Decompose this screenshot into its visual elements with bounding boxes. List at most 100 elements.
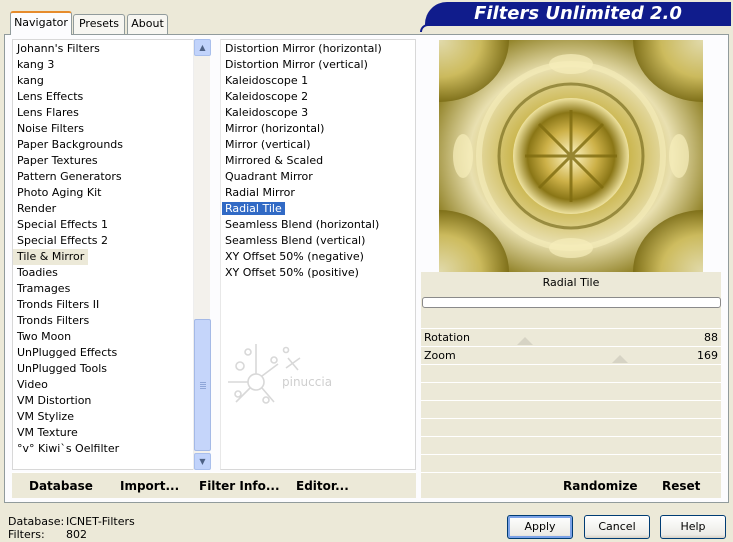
rotation-value: 88 — [704, 331, 718, 344]
filter-info-button[interactable]: Filter Info... — [199, 479, 280, 493]
filter-label: Distortion Mirror (horizontal) — [225, 42, 382, 55]
category-label: Noise Filters — [17, 122, 84, 135]
category-label: Special Effects 1 — [17, 218, 109, 231]
category-label: kang — [17, 74, 44, 87]
category-list-item[interactable]: VM Stylize — [13, 409, 193, 425]
category-list-item[interactable]: Tile & Mirror — [13, 249, 193, 265]
category-label: Paper Backgrounds — [17, 138, 124, 151]
empty-parameter-row — [421, 454, 721, 472]
zoom-slider-thumb[interactable] — [611, 355, 628, 363]
category-list-item[interactable]: Johann's Filters — [13, 41, 193, 57]
scroll-thumb[interactable] — [194, 319, 211, 451]
category-label: Two Moon — [17, 330, 72, 343]
category-scrollbar[interactable]: ▲ ▼ — [193, 39, 211, 470]
filter-list-item[interactable]: Quadrant Mirror — [221, 169, 415, 185]
category-list-item[interactable]: Special Effects 1 — [13, 217, 193, 233]
category-list-item[interactable]: Paper Backgrounds — [13, 137, 193, 153]
preview-filter-title: Radial Tile — [542, 276, 600, 289]
database-status-label: Database: — [8, 515, 65, 528]
category-list-item[interactable]: Two Moon — [13, 329, 193, 345]
filter-list-item[interactable]: Seamless Blend (vertical) — [221, 233, 415, 249]
filter-label: Kaleidoscope 3 — [225, 106, 309, 119]
category-list-item[interactable]: kang — [13, 73, 193, 89]
category-list-item[interactable]: °v° Kiwi`s Oelfilter — [13, 441, 193, 457]
filter-list-item[interactable]: Radial Mirror — [221, 185, 415, 201]
category-list-item[interactable]: Lens Effects — [13, 89, 193, 105]
app-title-banner: Filters Unlimited 2.0 — [425, 2, 731, 26]
scroll-down-button[interactable]: ▼ — [194, 453, 211, 470]
category-list-item[interactable]: Render — [13, 201, 193, 217]
rotation-slider[interactable]: Rotation 88 — [421, 328, 721, 346]
tab-navigator[interactable]: Navigator — [10, 11, 72, 35]
category-list-item[interactable]: Video — [13, 377, 193, 393]
help-button[interactable]: Help — [660, 515, 726, 539]
category-label: Pattern Generators — [17, 170, 122, 183]
empty-parameter-row — [421, 382, 721, 400]
database-status-value: ICNET-Filters — [66, 515, 135, 528]
reset-button[interactable]: Reset — [662, 479, 700, 493]
chevron-down-icon: ▼ — [199, 457, 206, 466]
rotation-slider-thumb[interactable] — [516, 337, 533, 345]
category-label: VM Stylize — [17, 410, 74, 423]
filter-label: Mirror (horizontal) — [225, 122, 325, 135]
category-list[interactable]: Johann's Filters kang 3 kang Lens Effects Le… — [12, 39, 194, 470]
randomize-button[interactable]: Randomize — [563, 479, 637, 493]
category-list-item[interactable]: Tronds Filters — [13, 313, 193, 329]
filter-label: Seamless Blend (vertical) — [225, 234, 366, 247]
category-label: Toadies — [17, 266, 58, 279]
filter-label: Radial Mirror — [225, 186, 295, 199]
category-label: °v° Kiwi`s Oelfilter — [17, 442, 120, 455]
import-button[interactable]: Import... — [120, 479, 179, 493]
category-list-item[interactable]: Tramages — [13, 281, 193, 297]
filter-list-item[interactable]: Distortion Mirror (vertical) — [221, 57, 415, 73]
category-label: kang 3 — [17, 58, 55, 71]
category-list-item[interactable]: VM Distortion — [13, 393, 193, 409]
category-list-item[interactable]: Special Effects 2 — [13, 233, 193, 249]
filter-label: Mirror (vertical) — [225, 138, 311, 151]
progress-bar — [422, 297, 721, 308]
empty-parameter-row — [421, 436, 721, 454]
filter-list-item[interactable]: Radial Tile — [221, 201, 415, 217]
filter-list-item[interactable]: Seamless Blend (horizontal) — [221, 217, 415, 233]
filter-list-item[interactable]: Kaleidoscope 1 — [221, 73, 415, 89]
zoom-value: 169 — [697, 349, 718, 362]
filter-list-item[interactable]: Kaleidoscope 3 — [221, 105, 415, 121]
category-label: VM Distortion — [17, 394, 92, 407]
filter-list-item[interactable]: Mirror (horizontal) — [221, 121, 415, 137]
category-list-item[interactable]: VM Texture — [13, 425, 193, 441]
filter-label: Seamless Blend (horizontal) — [225, 218, 380, 231]
scroll-up-button[interactable]: ▲ — [194, 39, 211, 56]
category-list-item[interactable]: Tronds Filters II — [13, 297, 193, 313]
zoom-label: Zoom — [424, 349, 456, 362]
empty-parameter-row — [421, 400, 721, 418]
category-list-item[interactable]: Toadies — [13, 265, 193, 281]
apply-button[interactable]: Apply — [507, 515, 573, 539]
tab-about[interactable]: About — [127, 14, 168, 34]
category-list-item[interactable]: Paper Textures — [13, 153, 193, 169]
filter-list-item[interactable]: XY Offset 50% (positive) — [221, 265, 415, 281]
category-list-item[interactable]: Photo Aging Kit — [13, 185, 193, 201]
navigator-toolbar: Database Import... Filter Info... Editor… — [12, 472, 416, 498]
category-list-item[interactable]: UnPlugged Tools — [13, 361, 193, 377]
filter-label: Kaleidoscope 1 — [225, 74, 309, 87]
filter-label: Quadrant Mirror — [225, 170, 313, 183]
filter-list-item[interactable]: Mirror (vertical) — [221, 137, 415, 153]
filter-list-item[interactable]: Kaleidoscope 2 — [221, 89, 415, 105]
tab-presets[interactable]: Presets — [73, 14, 125, 34]
category-list-item[interactable]: kang 3 — [13, 57, 193, 73]
filter-label: Kaleidoscope 2 — [225, 90, 309, 103]
zoom-slider[interactable]: Zoom 169 — [421, 346, 721, 364]
category-label: Tronds Filters II — [17, 298, 100, 311]
editor-button[interactable]: Editor... — [296, 479, 349, 493]
filter-list-item[interactable]: XY Offset 50% (negative) — [221, 249, 415, 265]
category-list-item[interactable]: UnPlugged Effects — [13, 345, 193, 361]
category-list-item[interactable]: Pattern Generators — [13, 169, 193, 185]
database-button[interactable]: Database — [29, 479, 93, 493]
category-list-item[interactable]: Noise Filters — [13, 121, 193, 137]
radial-tile-preview — [439, 40, 703, 272]
filter-list-item[interactable]: Distortion Mirror (horizontal) — [221, 41, 415, 57]
filter-list-item[interactable]: Mirrored & Scaled — [221, 153, 415, 169]
cancel-button[interactable]: Cancel — [584, 515, 650, 539]
category-label: Lens Effects — [17, 90, 84, 103]
category-list-item[interactable]: Lens Flares — [13, 105, 193, 121]
